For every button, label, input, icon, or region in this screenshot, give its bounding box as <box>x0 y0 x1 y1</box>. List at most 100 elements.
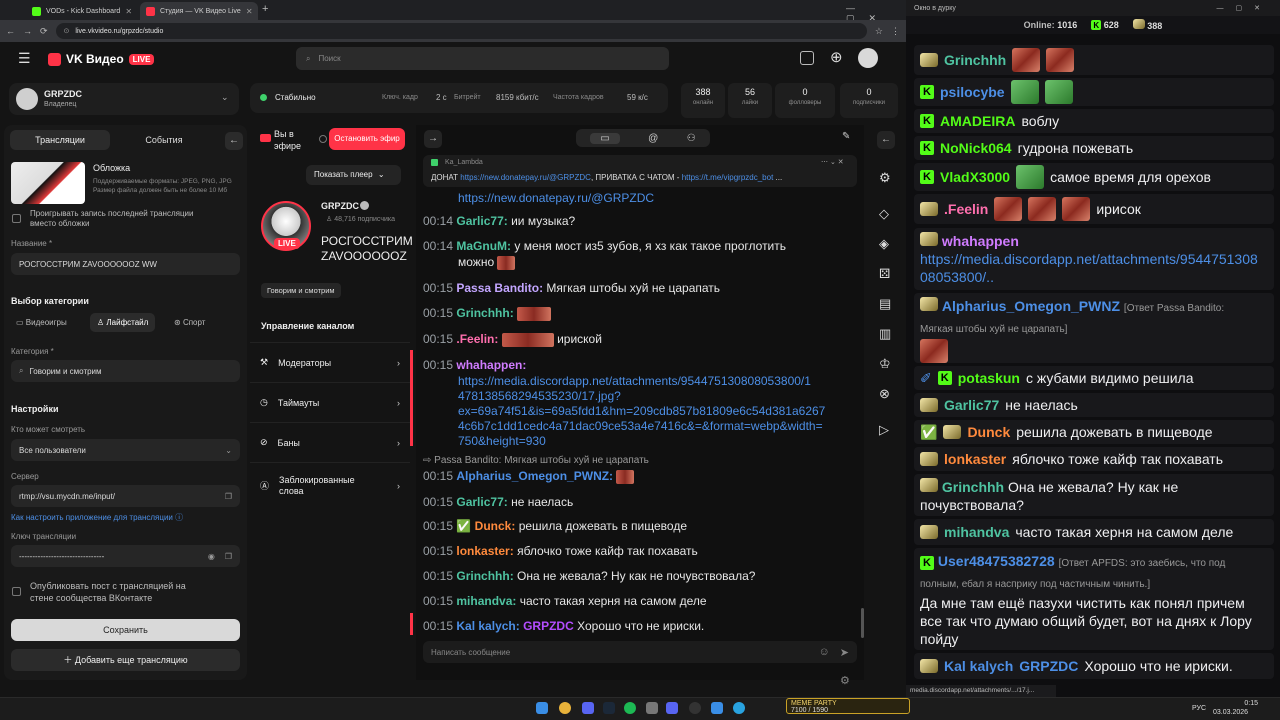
save-button[interactable]: Сохранить <box>11 619 240 641</box>
user-badge-icon <box>920 53 938 67</box>
cover-checkbox[interactable] <box>12 214 21 223</box>
avatar[interactable] <box>858 48 878 68</box>
language-indicator[interactable]: РУС <box>1192 705 1206 712</box>
dice-icon[interactable]: ⚄ <box>879 266 890 282</box>
back-icon[interactable]: ← <box>6 26 15 36</box>
category-input[interactable]: ⌕ Говорим и смотрим <box>11 360 240 382</box>
tab-events[interactable]: События <box>119 130 209 150</box>
category-tab-lifestyle[interactable]: ♙ Лайфстайл <box>90 313 156 332</box>
add-stream-button[interactable]: ＋ Добавить еще трансляцию <box>11 649 240 671</box>
server-field[interactable]: rtmp://vsu.mycdn.me/input/❐ <box>11 485 240 507</box>
copy-icon[interactable]: ❐ <box>225 552 232 561</box>
tab-kick-vods[interactable]: VODs - Kick Dashboard ✕ <box>26 2 138 20</box>
chat-link[interactable]: 4c6b7c1dd1cedc4a71dac09ce53a4e7416c&=&fo… <box>458 418 823 434</box>
cover-thumbnail[interactable] <box>11 162 85 204</box>
vk-logo[interactable]: VK Видео LIVE <box>48 52 155 66</box>
expand-arrow-icon[interactable]: → <box>424 130 442 148</box>
tools-rail: ← ⚙ ◇ ◈ ⚄ ▤ ▥ ♔ ⊗ ▷ <box>868 125 904 680</box>
reload-icon[interactable]: ⟳ <box>40 26 48 37</box>
eye-icon[interactable]: ◉ <box>208 552 215 561</box>
overlay-message: whahappen https://media.discordapp.net/at… <box>914 228 1274 290</box>
moderators-item[interactable]: ⚒ Модераторы › <box>250 342 410 382</box>
close-icon[interactable]: ✕ <box>125 7 132 16</box>
url-field[interactable]: ⊙ live.vkvideo.ru/grpzdc/studio <box>55 23 867 39</box>
gear-icon[interactable]: ⚙ <box>840 674 850 687</box>
scrollbar[interactable] <box>861 608 864 638</box>
vk-icon <box>1132 19 1145 29</box>
pin-icon[interactable]: ✎ <box>842 131 850 142</box>
reply-note: ⇨ Passa Bandito: Мягкая штобы хуй не цар… <box>423 455 649 466</box>
collapse-arrow-icon[interactable]: ← <box>225 132 243 150</box>
check-icon: ✅ <box>920 424 938 440</box>
publish-checkbox[interactable] <box>12 587 21 596</box>
list-icon[interactable]: ▤ <box>879 296 891 312</box>
show-player-button[interactable]: Показать плеер ⌄ <box>306 165 401 185</box>
browser-tabbar: VODs - Kick Dashboard ✕ Студия — VK Видео… <box>0 0 906 23</box>
spotify-icon[interactable] <box>624 702 636 714</box>
kick-badge-icon: K <box>920 556 934 570</box>
chat-link[interactable]: 478138568294535230/17.jpg? <box>458 388 621 404</box>
highlight-bar <box>410 350 413 446</box>
gem-icon[interactable]: ◈ <box>879 236 889 252</box>
app-help-link[interactable]: Как настроить приложение для трансляции … <box>11 512 183 523</box>
stop-stream-button[interactable]: Остановить эфир <box>329 128 405 150</box>
meme-party-widget[interactable]: MEME PARTY 7100 / 1590 <box>786 698 910 714</box>
discord-icon[interactable] <box>582 702 594 714</box>
bans-item[interactable]: ⊘ Баны › <box>250 422 410 462</box>
stream-key-field[interactable]: -------------------------------- ◉ ❐ <box>11 545 240 567</box>
chat-input[interactable]: Написать сообщение ☺ ➤ <box>423 641 857 663</box>
start-icon[interactable] <box>536 702 548 714</box>
overlay-message: Kpsilocybe <box>914 78 1274 106</box>
chat-line: 00:15 whahappen: <box>423 358 527 372</box>
back-arrow-icon[interactable]: ← <box>877 131 895 149</box>
trophy-icon[interactable]: ♔ <box>879 356 891 372</box>
tab-streams[interactable]: Трансляции <box>10 130 110 150</box>
search-input[interactable]: ⌕ Поиск <box>296 47 669 70</box>
forward-icon[interactable]: → <box>23 26 32 36</box>
clock[interactable]: 0:15 <box>1228 700 1258 707</box>
timeouts-item[interactable]: ◷ Таймауты › <box>250 382 410 422</box>
new-tab-icon[interactable]: + <box>262 3 268 15</box>
star-icon[interactable]: ☆ <box>875 26 883 37</box>
category-tab-games[interactable]: ▭ Видеоигры <box>16 318 67 327</box>
obs-icon[interactable] <box>689 702 701 714</box>
status-dot <box>260 94 267 101</box>
chat-line: 00:14 Garlic77: ии музыка? <box>423 214 576 228</box>
diamond-icon[interactable]: ◇ <box>879 206 889 222</box>
emote <box>1016 165 1045 189</box>
stream-name-input[interactable]: РОСГОССТРИМ ZAVOOOOOOZ WW <box>11 253 240 275</box>
telegram-icon[interactable] <box>733 702 745 714</box>
site-info-icon[interactable]: ⊙ <box>64 27 70 35</box>
date[interactable]: 03.03.2026 <box>1213 709 1248 716</box>
app-icon[interactable] <box>711 702 723 714</box>
chat-link[interactable]: https://media.discordapp.net/attachments… <box>458 373 811 389</box>
steam-icon[interactable] <box>603 702 615 714</box>
copy-icon[interactable]: ❐ <box>225 492 232 501</box>
chat-link[interactable]: 750&height=930 <box>458 433 546 449</box>
discord-icon[interactable] <box>666 702 678 714</box>
kick-favicon-icon <box>32 6 41 16</box>
app-icon[interactable] <box>646 702 658 714</box>
chrome-icon[interactable] <box>559 702 571 714</box>
hamburger-icon[interactable]: ☰ <box>18 50 31 67</box>
kick-badge-icon: K <box>920 114 934 128</box>
notifications-icon[interactable] <box>800 51 814 65</box>
settings-icon[interactable]: ⚙ <box>879 170 891 186</box>
tab-vk-studio[interactable]: Студия — VK Видео Live ✕ <box>140 2 258 20</box>
chat-link[interactable]: ex=69a74f51&is=69a5fdd1&hm=209cdb857b818… <box>458 403 825 419</box>
category-tab-sport[interactable]: ⊛ Спорт <box>174 318 205 327</box>
chat-mode-switch[interactable]: ▭ @ ⚇ <box>576 129 710 147</box>
close-icon[interactable]: ✕ <box>246 7 253 16</box>
chat-block-icon[interactable]: ⊗ <box>879 386 890 402</box>
overlay-message: ✅ Dunck решила дожевать в пищеводе <box>914 420 1274 444</box>
pinned-controls[interactable]: ⋯ ⌄ ✕ <box>821 158 844 166</box>
visibility-select[interactable]: Все пользователи ⌄ <box>11 439 240 461</box>
play-icon[interactable]: ▷ <box>879 422 889 438</box>
bar-chart-icon[interactable]: ▥ <box>879 326 891 342</box>
blocked-words-item[interactable]: Ⓐ Заблокированные слова › <box>250 462 410 508</box>
add-icon[interactable]: ⊕ <box>830 48 843 66</box>
highlight-bar <box>410 613 413 635</box>
menu-dots-icon[interactable]: ⋮ <box>891 26 900 37</box>
account-switcher[interactable]: GRPZDC Владелец ⌄ <box>9 83 239 115</box>
kick-badge-icon: K <box>920 170 934 184</box>
